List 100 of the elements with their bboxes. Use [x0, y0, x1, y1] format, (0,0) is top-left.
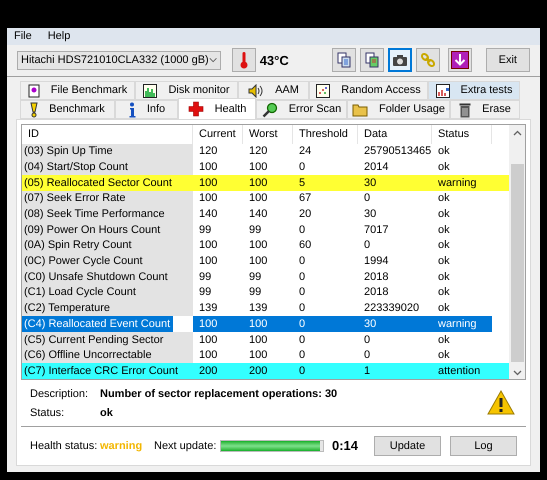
table-row[interactable]: (C4) Reallocated Event Count 100 100 0 30 warning — [22, 316, 509, 332]
table-cell-text: 100 — [248, 332, 268, 348]
column-header[interactable]: Threshold — [293, 125, 358, 144]
table-cell-text: 100 — [248, 348, 268, 364]
column-header[interactable]: Data — [358, 125, 432, 144]
table-cell-text: 0 — [363, 191, 372, 206]
table-row[interactable]: (05) Reallocated Sector Count 100 100 5 30 warning — [22, 175, 509, 191]
warning-icon — [487, 390, 515, 415]
scroll-down-icon[interactable] — [512, 370, 522, 376]
table-row[interactable]: (0C) Power Cycle Count 100 100 0 1994 ok — [22, 254, 509, 270]
table-cell-text: 99 — [248, 222, 262, 238]
menu-item[interactable]: Help — [48, 28, 70, 44]
table-icon — [436, 84, 450, 98]
table-row[interactable]: (C6) Offline Uncorrectable 100 100 0 0 ok — [22, 348, 509, 364]
status-value: ok — [100, 406, 113, 420]
table-cell-text: 140 — [248, 207, 268, 222]
table-cell-text: 0 — [363, 348, 372, 364]
table-cell-text: (C5) Current Pending Sector — [23, 332, 164, 348]
table-cell: 100 — [243, 316, 293, 332]
tab[interactable]: Info — [115, 100, 178, 119]
table-cell-text: 100 — [198, 348, 218, 364]
drive-dropdown[interactable]: Hitachi HDS721010CLA332 (1000 gB) — [17, 50, 221, 70]
table-cell: warning — [432, 316, 492, 332]
table-cell-text: (0A) Spin Retry Count — [23, 238, 133, 254]
tab[interactable]: Disk monitor — [135, 81, 238, 100]
table-row[interactable]: (C0) Unsafe Shutdown Count 99 99 0 2018 ok — [22, 269, 509, 285]
document-icon — [28, 84, 40, 98]
table-row[interactable]: (C1) Load Cycle Count 99 99 0 2018 ok — [22, 284, 509, 301]
toolbar-button[interactable] — [332, 48, 356, 72]
table-cell-text: 0 — [298, 285, 306, 300]
table-cell-text: 24 — [298, 144, 312, 160]
table-row[interactable]: (04) Start/Stop Count 100 100 0 2014 ok — [22, 159, 509, 176]
table-row[interactable]: (0A) Spin Retry Count 100 100 60 0 ok — [22, 238, 509, 254]
exit-button[interactable]: Exit — [486, 48, 530, 72]
table-cell-text: 0 — [298, 254, 306, 270]
table-row[interactable]: (C5) Current Pending Sector 100 100 0 0 ok — [22, 332, 509, 348]
table-cell-text: 2018 — [363, 285, 390, 300]
table-cell-text: 100 — [198, 254, 218, 270]
scroll-up-icon[interactable] — [512, 130, 522, 136]
table-cell-text: (04) Start/Stop Count — [23, 160, 129, 175]
toolbar-button[interactable] — [388, 48, 412, 72]
table-cell-text: 1994 — [363, 254, 390, 270]
table-row[interactable]: (08) Seek Time Performance 140 140 20 30 ok — [22, 206, 509, 222]
table-cell: 0 — [293, 316, 358, 332]
table-cell-text: ok — [437, 191, 451, 206]
table-cell-text: 99 — [248, 270, 262, 285]
table-cell-text: (C2) Temperature — [23, 301, 111, 316]
exclamation-icon — [30, 102, 38, 118]
table-row[interactable]: (07) Seek Error Rate 100 100 67 0 ok — [22, 190, 509, 206]
camera-icon — [392, 54, 408, 67]
table-cell-text: 200 — [248, 364, 268, 379]
action-button[interactable]: Update — [374, 436, 441, 456]
table-cell-text: 0 — [298, 270, 306, 285]
table-cell: 30 — [358, 316, 432, 332]
description-value: Number of sector replacement operations: 30 — [100, 387, 338, 402]
tab[interactable]: Random Access — [309, 81, 428, 100]
scroll-thumb[interactable] — [510, 164, 524, 362]
scatter-plot-icon — [316, 84, 330, 98]
column-header[interactable]: Status — [432, 125, 492, 144]
table-cell-text: attention — [437, 364, 482, 379]
table-cell-text: 120 — [198, 144, 218, 160]
table-row[interactable]: (C2) Temperature 139 139 0 223339020 ok — [22, 300, 509, 316]
table-cell-text: 100 — [248, 176, 268, 191]
table-cell-text: 0 — [363, 238, 372, 254]
bar-chart-icon — [143, 84, 158, 98]
speaker-icon — [248, 84, 264, 98]
tab[interactable]: Folder Usage — [347, 100, 450, 119]
tab[interactable]: AAM — [238, 81, 309, 100]
action-button[interactable]: Log — [450, 436, 517, 456]
menu-item[interactable]: File — [14, 28, 32, 44]
countdown-text: 0:14 — [332, 437, 360, 456]
tab[interactable]: Extra tests — [428, 81, 520, 100]
table-cell-text: 139 — [248, 301, 268, 316]
table-row[interactable]: (C7) Interface CRC Error Count 200 200 0 1 attention — [22, 363, 509, 379]
table-cell: (C4) Reallocated Event Count — [22, 316, 174, 332]
table-cell-text: 30 — [363, 207, 378, 222]
table-cell-text: 0 — [363, 332, 372, 348]
health-status-label: Health status: — [30, 438, 98, 454]
tab[interactable]: Erase — [450, 100, 520, 119]
tab[interactable]: Error Scan — [256, 100, 347, 119]
temperature-button[interactable] — [232, 48, 256, 72]
tab[interactable]: File Benchmark — [20, 81, 135, 100]
table-cell-text: (C7) Interface CRC Error Count — [23, 364, 180, 379]
table-row[interactable]: (09) Power On Hours Count 99 99 0 7017 ok — [22, 222, 509, 238]
table-cell-text: 100 — [248, 238, 268, 254]
tab[interactable]: Health — [178, 98, 256, 119]
column-header[interactable]: Worst — [243, 125, 293, 144]
table-cell: 100 — [193, 316, 243, 332]
table-cell-text: ok — [437, 144, 451, 160]
table-cell-text: (09) Power On Hours Count — [23, 222, 162, 238]
folder-icon — [352, 102, 368, 116]
column-header[interactable]: Current — [193, 125, 243, 144]
scrollbar[interactable] — [509, 125, 525, 379]
table-cell-text: ok — [437, 207, 451, 222]
table-row[interactable]: (03) Spin Up Time 120 120 24 25790513465 ok — [22, 144, 509, 160]
table-cell-text: 100 — [248, 254, 268, 270]
toolbar-button[interactable] — [448, 48, 472, 72]
toolbar-button[interactable] — [360, 48, 384, 72]
tab[interactable]: Benchmark — [20, 100, 115, 119]
table-cell-text: 0 — [298, 348, 306, 364]
